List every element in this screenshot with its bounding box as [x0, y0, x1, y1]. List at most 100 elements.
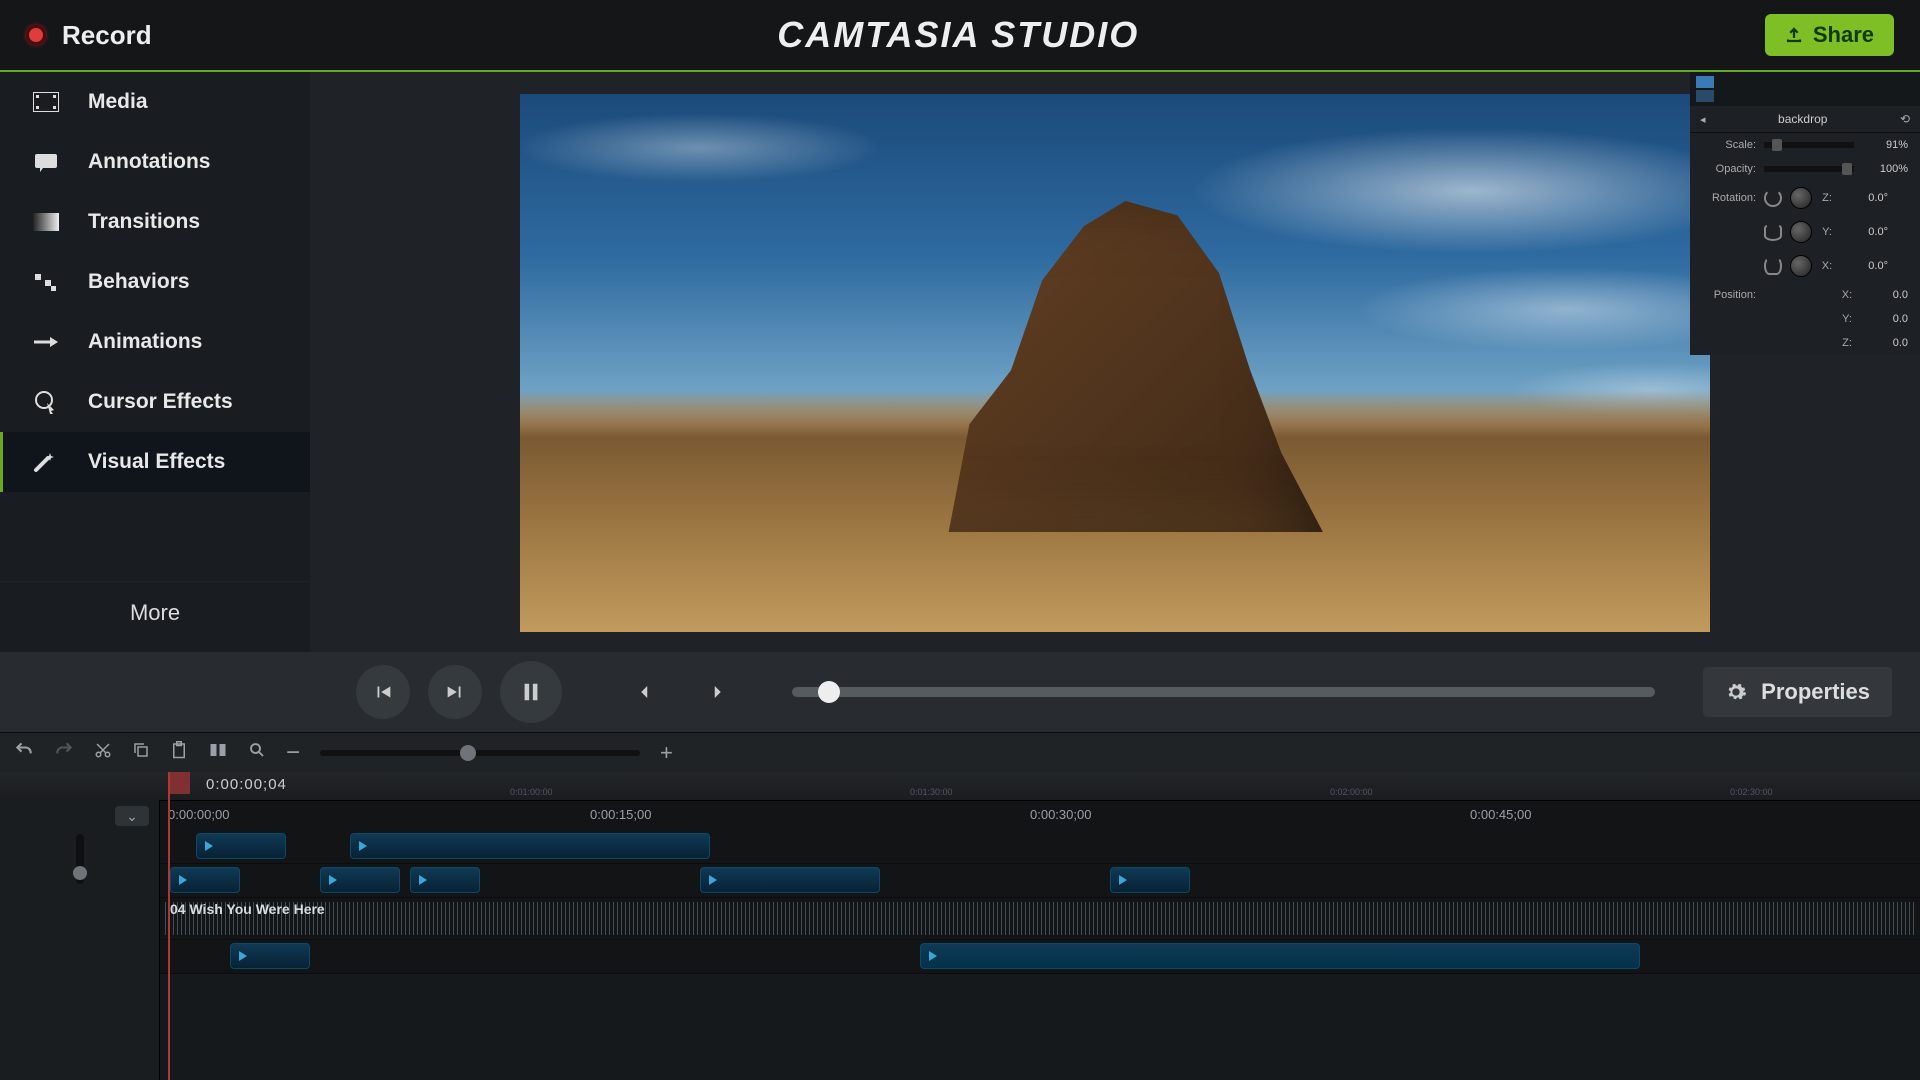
playhead-marker[interactable]	[168, 772, 190, 794]
gear-icon	[1725, 681, 1747, 703]
pause-button[interactable]	[500, 661, 562, 723]
sidebar: Media Annotations Transitions Behaviors …	[0, 72, 310, 652]
position-label: Position:	[1702, 289, 1756, 301]
ruler-tick: 0:00:45;00	[1470, 807, 1531, 822]
properties-button[interactable]: Properties	[1703, 667, 1892, 717]
timeline-ruler[interactable]: 0:00:00;00 0:00:15;00 0:00:30;00 0:00:45…	[160, 800, 1920, 830]
undo-button[interactable]	[14, 740, 34, 765]
ruler-tick: 0:00:15;00	[590, 807, 651, 822]
share-button[interactable]: Share	[1765, 14, 1894, 56]
properties-button-label: Properties	[1761, 679, 1870, 705]
scale-row: Scale: 91%	[1690, 133, 1920, 157]
position-x-value[interactable]: 0.0	[1862, 289, 1908, 301]
record-label: Record	[62, 20, 152, 51]
axis-y: Y:	[1820, 226, 1834, 238]
sidebar-item-visual-effects[interactable]: Visual Effects	[0, 432, 310, 492]
pos-axis-x: X:	[1840, 289, 1854, 301]
prev-marker-button[interactable]	[618, 665, 672, 719]
paste-button[interactable]	[170, 740, 188, 765]
clip[interactable]	[700, 867, 880, 893]
axis-x: X:	[1820, 260, 1834, 272]
scale-label: Scale:	[1702, 139, 1756, 151]
behaviors-icon	[32, 270, 60, 294]
track-row[interactable]	[160, 940, 1920, 974]
track-row[interactable]	[160, 830, 1920, 864]
rotation-z-knob[interactable]	[1790, 187, 1812, 209]
sidebar-more[interactable]: More	[0, 581, 310, 652]
scale-slider[interactable]	[1764, 142, 1854, 148]
sidebar-item-transitions[interactable]: Transitions	[0, 192, 310, 252]
clip[interactable]	[170, 867, 240, 893]
pos-axis-z: Z:	[1840, 337, 1854, 349]
zoom-search-icon	[248, 741, 266, 764]
audio-track[interactable]: 04 Wish You Were Here	[160, 898, 1920, 940]
preview-canvas[interactable]	[520, 94, 1710, 632]
clip[interactable]	[230, 943, 310, 969]
track-headers: + + Q ⌄	[0, 772, 160, 1080]
track-height-slider[interactable]	[76, 834, 84, 884]
sidebar-item-annotations[interactable]: Annotations	[0, 132, 310, 192]
media-icon	[32, 90, 60, 114]
sidebar-item-label: Media	[88, 90, 148, 114]
step-back-button[interactable]	[356, 665, 410, 719]
clip[interactable]	[1110, 867, 1190, 893]
clip[interactable]	[320, 867, 400, 893]
position-y-value[interactable]: 0.0	[1862, 313, 1908, 325]
share-icon	[1785, 26, 1803, 44]
cut-button[interactable]	[94, 741, 112, 764]
track-row[interactable]	[160, 864, 1920, 898]
animations-icon	[32, 330, 60, 354]
waveform	[164, 902, 1916, 935]
seek-thumb[interactable]	[818, 681, 840, 703]
rotation-x-knob[interactable]	[1790, 255, 1812, 277]
clip[interactable]	[410, 867, 480, 893]
sidebar-item-label: Cursor Effects	[88, 390, 233, 414]
properties-name-row: ◂ backdrop ⟲	[1690, 106, 1920, 133]
playhead-line[interactable]	[168, 772, 170, 1080]
timeline: + + Q ⌄ 0:00:00;04 0:00:00;00 0:00:15;00…	[0, 772, 1920, 1080]
clip[interactable]	[350, 833, 710, 859]
opacity-slider[interactable]	[1764, 166, 1854, 172]
zoom-out-button[interactable]: −	[286, 739, 300, 767]
zoom-in-button[interactable]: +	[660, 740, 673, 766]
redo-button[interactable]	[54, 740, 74, 765]
tracks-area[interactable]: 04 Wish You Were Here	[160, 830, 1920, 1080]
rotation-y-knob[interactable]	[1790, 221, 1812, 243]
sidebar-item-behaviors[interactable]: Behaviors	[0, 252, 310, 312]
playback-bar: Properties	[0, 652, 1920, 732]
audio-clip-label: 04 Wish You Were Here	[170, 901, 325, 917]
sidebar-item-cursor-effects[interactable]: Cursor Effects	[0, 372, 310, 432]
axis-z: Z:	[1820, 192, 1834, 204]
share-label: Share	[1813, 22, 1874, 48]
properties-tab-visual-icon[interactable]	[1696, 76, 1714, 102]
rotation-y-row: Y: 0.0°	[1690, 215, 1920, 249]
seek-bar[interactable]	[792, 687, 1655, 697]
properties-panel: ◂ backdrop ⟲ Scale: 91% Opacity: 100% Ro…	[1690, 72, 1920, 355]
step-forward-button[interactable]	[428, 665, 482, 719]
pos-axis-y: Y:	[1840, 313, 1854, 325]
clip[interactable]	[920, 943, 1640, 969]
split-button[interactable]	[208, 741, 228, 764]
sidebar-item-media[interactable]: Media	[0, 72, 310, 132]
zoom-slider[interactable]	[320, 750, 640, 756]
rotation-y-value: 0.0°	[1842, 226, 1888, 238]
timeline-header: 0:00:00;04	[0, 772, 1920, 800]
record-icon	[26, 25, 46, 45]
clip[interactable]	[196, 833, 286, 859]
timecode: 0:00:00;04	[206, 776, 287, 793]
record-button[interactable]: Record	[26, 20, 152, 51]
reset-icon[interactable]: ⟲	[1900, 112, 1910, 126]
position-y-row: Y: 0.0	[1690, 307, 1920, 331]
copy-button[interactable]	[132, 741, 150, 764]
timeline-toolbar: − +	[0, 732, 1920, 772]
collapse-tracks-button[interactable]: ⌄	[115, 806, 149, 826]
position-z-value[interactable]: 0.0	[1862, 337, 1908, 349]
next-marker-button[interactable]	[690, 665, 744, 719]
annotations-icon	[32, 150, 60, 174]
properties-tabs[interactable]	[1690, 72, 1920, 106]
rotate-y-icon	[1764, 223, 1782, 241]
sidebar-item-animations[interactable]: Animations	[0, 312, 310, 372]
position-z-row: Z: 0.0	[1690, 331, 1920, 355]
zoom-thumb[interactable]	[460, 745, 476, 761]
rotate-x-icon	[1764, 257, 1782, 275]
